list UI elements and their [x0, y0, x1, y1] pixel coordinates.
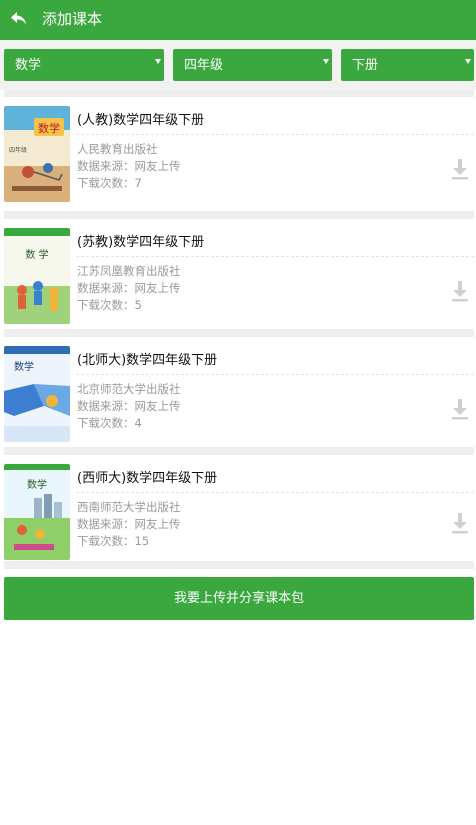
book-title: (北师大)数学四年级下册: [77, 353, 218, 368]
subject-select[interactable]: 数学: [4, 49, 164, 81]
download-icon[interactable]: [450, 279, 470, 303]
list-separator: [4, 447, 474, 455]
subject-select-value: 数学: [15, 58, 42, 73]
book-cover-image: 数 学: [4, 228, 70, 324]
cover-title-text: 数 学: [25, 248, 48, 261]
download-icon[interactable]: [450, 157, 470, 181]
book-meta: 北京师范大学出版社 数据来源：网友上传 下载次数：4: [77, 381, 181, 432]
grade-select-value: 四年级: [184, 58, 224, 73]
divider: [76, 374, 474, 375]
list-separator: [4, 561, 474, 569]
volume-select-value: 下册: [352, 58, 379, 73]
book-item[interactable]: 数学 (西师大)数学四年级下册 西南师范大学出版社 数据来源：网友上传 下载次数…: [4, 455, 474, 561]
book-source: 数据来源：网友上传: [77, 281, 181, 295]
book-downloads: 下载次数：5: [77, 298, 142, 312]
book-downloads: 下载次数：7: [77, 176, 142, 190]
dropdown-caret-icon: [323, 59, 329, 64]
back-arrow-icon[interactable]: [9, 9, 29, 29]
cover-title-text: 数学: [38, 121, 60, 135]
book-item[interactable]: 数学 (北师大)数学四年级下册 北京师范大学出版社 数据来源：网友上传 下载次数…: [4, 337, 474, 447]
book-item[interactable]: 数学 四年级 (人教)数学四年级下册 人民教育出版社 数据来源：网友上传 下载次…: [4, 97, 474, 211]
download-icon[interactable]: [450, 397, 470, 421]
header-bar: 添加课本: [0, 0, 476, 40]
book-publisher: 西南师范大学出版社: [77, 500, 181, 514]
list-separator: [4, 211, 474, 219]
book-cover-image: 数学: [4, 346, 70, 442]
cover-title-text: 数学: [27, 478, 47, 491]
book-title: (西师大)数学四年级下册: [77, 471, 218, 486]
upload-share-button[interactable]: 我要上传并分享课本包: [4, 577, 474, 620]
book-meta: 江苏凤凰教育出版社 数据来源：网友上传 下载次数：5: [77, 263, 181, 314]
list-separator: [4, 329, 474, 337]
book-meta: 西南师范大学出版社 数据来源：网友上传 下载次数：15: [77, 499, 181, 550]
dropdown-caret-icon: [465, 59, 471, 64]
book-source: 数据来源：网友上传: [77, 517, 181, 531]
book-publisher: 江苏凤凰教育出版社: [77, 264, 181, 278]
book-source: 数据来源：网友上传: [77, 399, 181, 413]
cover-grade-text: 四年级: [9, 146, 27, 154]
book-cover-image: 数学: [4, 464, 70, 560]
dropdown-caret-icon: [155, 59, 161, 64]
book-title: (人教)数学四年级下册: [77, 113, 205, 128]
book-item[interactable]: 数 学 (苏教)数学四年级下册 江苏凤凰教育出版社 数据来源：网友上传 下载次数…: [4, 219, 474, 329]
book-downloads: 下载次数：15: [77, 534, 150, 548]
divider: [76, 256, 474, 257]
book-cover-image: 数学 四年级: [4, 106, 70, 202]
page-title: 添加课本: [42, 10, 103, 28]
divider: [76, 492, 474, 493]
book-downloads: 下载次数：4: [77, 416, 142, 430]
grade-select[interactable]: 四年级: [173, 49, 332, 81]
book-publisher: 人民教育出版社: [77, 142, 158, 156]
book-publisher: 北京师范大学出版社: [77, 382, 181, 396]
volume-select[interactable]: 下册: [341, 49, 474, 81]
filter-bar: 数学 四年级 下册: [0, 40, 476, 90]
download-icon[interactable]: [450, 511, 470, 535]
book-meta: 人民教育出版社 数据来源：网友上传 下载次数：7: [77, 141, 181, 192]
cover-title-text: 数学: [14, 360, 34, 373]
book-source: 数据来源：网友上传: [77, 159, 181, 173]
book-title: (苏教)数学四年级下册: [77, 235, 205, 250]
divider: [76, 134, 474, 135]
